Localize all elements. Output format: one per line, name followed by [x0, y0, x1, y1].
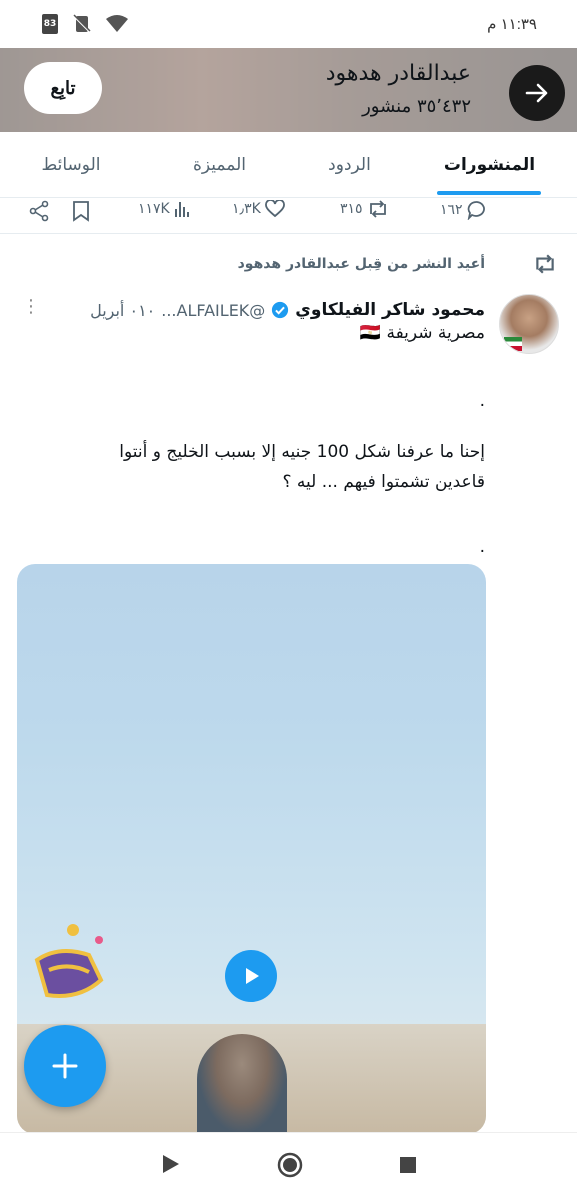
- share-button[interactable]: [28, 200, 50, 222]
- post-text-dot: .: [479, 391, 485, 411]
- tab-highlights-label: المميزة: [193, 154, 246, 175]
- tab-highlights[interactable]: المميزة: [142, 132, 297, 197]
- triangle-back-icon: [163, 1155, 179, 1173]
- reply-icon: [467, 201, 485, 220]
- post-text-line: إحنا ما عرفنا شكل 100 جنيه إلا بسبب الخل…: [119, 442, 485, 462]
- verified-badge-icon: [272, 301, 289, 319]
- views-count: ١١٧K: [138, 201, 170, 217]
- status-time: ١١:٣٩ م: [487, 16, 537, 33]
- square-recents-icon: [400, 1157, 416, 1173]
- more-options-icon[interactable]: ⋮: [22, 296, 40, 317]
- post-author-row: محمود شاكر الفيلكاوي @ALFAILEK... ٠١٠ أب…: [15, 296, 485, 324]
- post-count: ٣٥٬٤٣٢ منشور: [362, 96, 471, 117]
- tab-media[interactable]: الوسائط: [0, 132, 142, 197]
- like-button[interactable]: ١٫٣K: [232, 200, 285, 218]
- follow-button[interactable]: تابِع: [24, 62, 102, 114]
- video-scene-person: [197, 1034, 287, 1134]
- views-icon: [174, 202, 189, 217]
- repost-attribution[interactable]: أعيد النشر من قِبل عبدالقادر هدهود: [238, 256, 485, 272]
- status-bar: 83 ١١:٣٩ م: [0, 0, 577, 48]
- replies-count: ١٦٢: [440, 202, 463, 218]
- bookmark-icon: [73, 201, 89, 222]
- repost-icon: [369, 200, 386, 218]
- avatar[interactable]: [499, 294, 559, 354]
- previous-post-actions: ١١٧K ١٫٣K ٣١٥ ١٦٢: [0, 198, 577, 234]
- author-bio: مصرية شريفة 🇪🇬: [359, 323, 485, 343]
- tab-replies-label: الردود: [328, 154, 371, 175]
- bookmark-button[interactable]: [72, 200, 90, 222]
- nav-home-button[interactable]: [276, 1151, 304, 1183]
- tab-replies[interactable]: الردود: [297, 132, 402, 197]
- wifi-icon: [106, 15, 128, 32]
- nav-recents-button[interactable]: [398, 1155, 418, 1179]
- views-button[interactable]: ١١٧K: [138, 200, 190, 218]
- tab-posts[interactable]: المنشورات: [402, 132, 577, 197]
- profile-name: عبدالقادر هدهود: [325, 61, 471, 86]
- battery-icon: 83: [42, 14, 58, 34]
- system-navigation-bar: [0, 1132, 577, 1200]
- heart-icon: [264, 200, 285, 218]
- sticker-logo: [34, 924, 104, 998]
- author-handle[interactable]: @ALFAILEK...: [161, 301, 265, 320]
- reposts-count: ٣١٥: [340, 201, 363, 217]
- home-circle-icon: [277, 1152, 303, 1178]
- play-icon: [246, 968, 259, 984]
- repost-button[interactable]: ٣١٥: [340, 200, 389, 218]
- no-sim-icon: [73, 14, 91, 33]
- profile-header: تابِع عبدالقادر هدهود ٣٥٬٤٣٢ منشور: [0, 48, 577, 132]
- post-text-dot: .: [479, 537, 485, 557]
- tab-posts-label: المنشورات: [443, 154, 536, 175]
- play-button[interactable]: [225, 950, 277, 1002]
- post-text-line: قاعدين تشمتوا فيهم ... ليه ؟: [282, 472, 486, 492]
- author-name[interactable]: محمود شاكر الفيلكاوي: [295, 300, 485, 320]
- plus-icon: [52, 1053, 78, 1079]
- status-icons: 83: [42, 14, 128, 34]
- profile-tabs: المنشورات الردود المميزة الوسائط: [0, 132, 577, 198]
- active-tab-indicator: [437, 191, 541, 195]
- arrow-right-icon: [525, 83, 548, 103]
- tab-media-label: الوسائط: [41, 154, 101, 175]
- repost-icon: [536, 254, 554, 274]
- post-date[interactable]: ٠١٠ أبريل: [90, 301, 155, 320]
- compose-button[interactable]: [24, 1025, 106, 1107]
- kuwait-flag-badge: [504, 337, 522, 351]
- share-icon: [29, 200, 49, 222]
- reply-button[interactable]: ١٦٢: [440, 200, 487, 220]
- nav-back-button[interactable]: [160, 1153, 182, 1179]
- back-button[interactable]: [509, 65, 565, 121]
- likes-count: ١٫٣K: [232, 201, 261, 217]
